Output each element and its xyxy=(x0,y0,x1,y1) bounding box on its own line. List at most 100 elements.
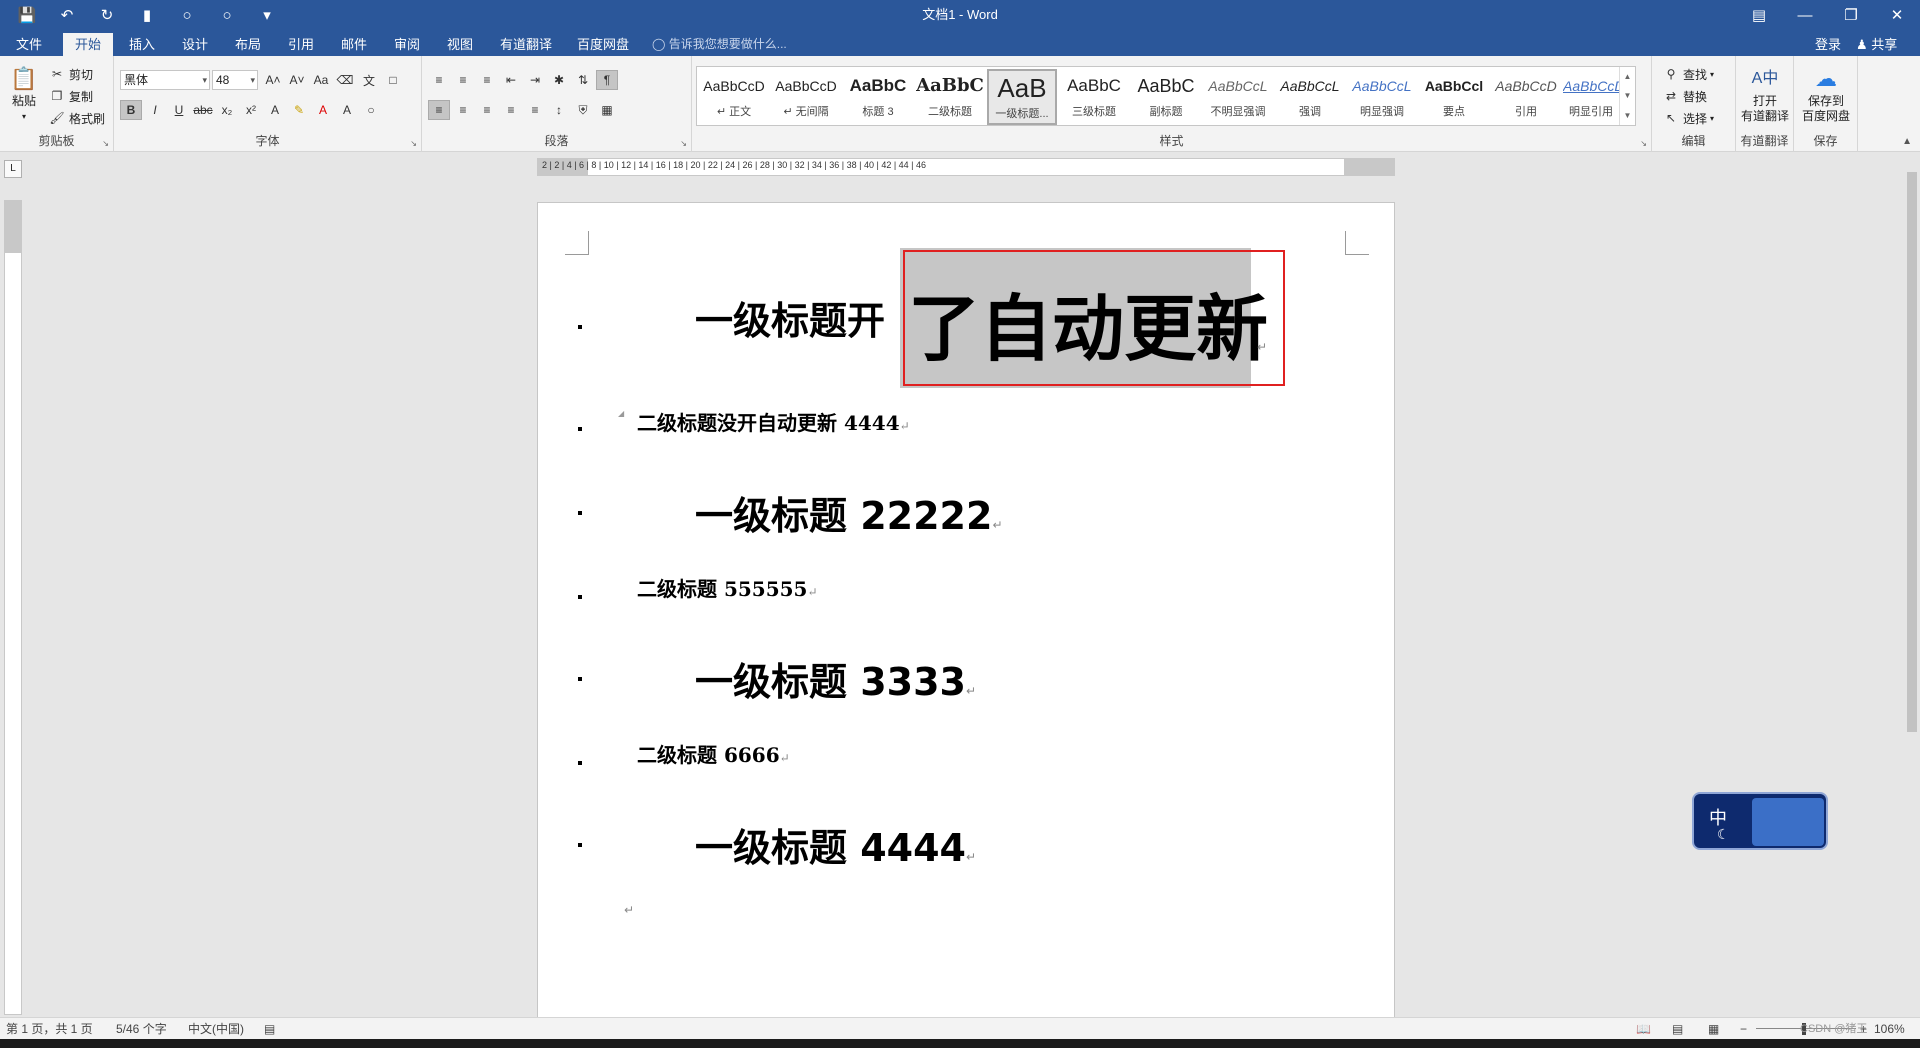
save-icon[interactable]: 💾 xyxy=(10,2,44,28)
style-quote[interactable]: AaBbCcD 引用 xyxy=(1491,69,1561,125)
justify-icon[interactable]: ≡ xyxy=(500,100,522,120)
font-color-icon[interactable]: A xyxy=(312,100,334,120)
heading-2-line[interactable]: 二级标题没开自动更新 4444↵ xyxy=(637,407,910,436)
chinese-layout-icon[interactable]: ✱ xyxy=(548,70,570,90)
chart-icon[interactable]: ▮ xyxy=(130,2,164,28)
sort-icon[interactable]: ⇅ xyxy=(572,70,594,90)
tab-selector[interactable]: L xyxy=(4,160,22,178)
font-name-select[interactable]: 黑体 ▾ xyxy=(120,70,210,90)
share-button[interactable]: ♟ 共享 xyxy=(1856,33,1897,56)
italic-icon[interactable]: I xyxy=(144,100,166,120)
text-effects-icon[interactable]: A xyxy=(264,100,286,120)
customize-qat-icon[interactable]: ▾ xyxy=(250,2,284,28)
heading-1-line[interactable]: 一级标题 22222↵ xyxy=(695,485,1003,540)
style-level-2-heading[interactable]: AaBbC 二级标题 xyxy=(915,69,985,125)
moon-icon[interactable]: ☾ xyxy=(1717,826,1730,843)
tab-insert[interactable]: 插入 xyxy=(117,33,167,56)
phonetic-guide-icon[interactable]: 文 xyxy=(358,70,380,90)
ime-toolbar[interactable]: 中 ☾ xyxy=(1692,792,1828,850)
char-shading-icon[interactable]: A xyxy=(336,100,358,120)
heading-1-line[interactable]: 一级标题 3333↵ xyxy=(695,651,976,706)
grow-font-icon[interactable]: A˄ xyxy=(262,70,284,90)
find-button[interactable]: ⚲ 查找 ▾ xyxy=(1662,64,1714,84)
heading-1-line[interactable]: 一级标题 4444↵ xyxy=(695,817,976,872)
strikethrough-icon[interactable]: abc xyxy=(192,100,214,120)
restore-icon[interactable]: ❐ xyxy=(1828,0,1874,30)
style-subtle-emphasis[interactable]: AaBbCcL 不明显强调 xyxy=(1203,69,1273,125)
tab-file[interactable]: 文件 xyxy=(4,33,54,56)
tab-design[interactable]: 设计 xyxy=(170,33,220,56)
zoom-level[interactable]: 106% xyxy=(1874,1018,1905,1040)
tab-view[interactable]: 视图 xyxy=(435,33,485,56)
web-layout-icon[interactable]: ▦ xyxy=(1708,1018,1719,1040)
borders-icon[interactable]: ▦ xyxy=(596,100,618,120)
dialog-launcher-icon[interactable]: ↘ xyxy=(102,139,109,148)
vertical-ruler[interactable] xyxy=(4,200,22,1015)
heading-2-line[interactable]: 二级标题 555555↵ xyxy=(637,573,818,602)
style-strong[interactable]: AaBbCcl 要点 xyxy=(1419,69,1489,125)
tell-me-search[interactable]: ◯ 告诉我您想要做什么... xyxy=(652,33,787,56)
open-youdao-button[interactable]: A中 打开 有道翻译 xyxy=(1736,62,1794,124)
multilevel-list-icon[interactable]: ≡ xyxy=(476,70,498,90)
ribbon-display-icon[interactable]: ▤ xyxy=(1736,0,1782,30)
chevron-up-icon[interactable]: ▲ xyxy=(1624,72,1632,81)
collapse-triangle-icon[interactable]: ◢ xyxy=(618,409,624,418)
read-mode-icon[interactable]: 📖 xyxy=(1636,1018,1651,1040)
superscript-icon[interactable]: x² xyxy=(240,100,262,120)
collapse-ribbon-icon[interactable]: ▲ xyxy=(1902,136,1912,147)
undo-icon[interactable]: ↶ xyxy=(50,2,84,28)
style-level-1-heading[interactable]: AaB 一级标题... xyxy=(987,69,1057,125)
gallery-scroll[interactable]: ▲ ▼ ▼ xyxy=(1619,67,1635,125)
tab-youdao[interactable]: 有道翻译 xyxy=(488,33,564,56)
select-button[interactable]: ↖ 选择 ▾ xyxy=(1662,108,1714,128)
zoom-out-icon[interactable]: − xyxy=(1740,1018,1747,1040)
minimize-icon[interactable]: — xyxy=(1782,0,1828,30)
bold-icon[interactable]: B xyxy=(120,100,142,120)
show-marks-icon[interactable]: ¶ xyxy=(596,70,618,90)
align-left-icon[interactable]: ≡ xyxy=(428,100,450,120)
style-intense-emphasis[interactable]: AaBbCcL 明显强调 xyxy=(1347,69,1417,125)
highlight-icon[interactable]: ✎ xyxy=(288,100,310,120)
horizontal-ruler[interactable]: 2 | 2 | 4 | 6 | 8 | 10 | 12 | 14 | 16 | … xyxy=(537,158,1395,176)
page-count[interactable]: 第 1 页，共 1 页 xyxy=(6,1018,93,1040)
tab-review[interactable]: 审阅 xyxy=(382,33,432,56)
style-heading-3[interactable]: AaBbC 标题 3 xyxy=(843,69,913,125)
circle-icon[interactable]: ○ xyxy=(170,2,204,28)
align-right-icon[interactable]: ≡ xyxy=(476,100,498,120)
redo-icon[interactable]: ↻ xyxy=(90,2,124,28)
tab-home[interactable]: 开始 xyxy=(63,33,114,56)
cut-button[interactable]: ✂ 剪切 xyxy=(48,64,93,84)
increase-indent-icon[interactable]: ⇥ xyxy=(524,70,546,90)
clear-format-icon[interactable]: ⌫ xyxy=(334,70,356,90)
numbering-icon[interactable]: ≡ xyxy=(452,70,474,90)
tab-layout[interactable]: 布局 xyxy=(223,33,273,56)
vertical-scrollbar[interactable] xyxy=(1904,160,1920,1020)
empty-paragraph-mark[interactable]: ↵ xyxy=(624,903,634,917)
tab-mailings[interactable]: 邮件 xyxy=(329,33,379,56)
scrollbar-thumb[interactable] xyxy=(1907,172,1917,732)
font-size-select[interactable]: 48 ▾ xyxy=(212,70,258,90)
dialog-launcher-icon[interactable]: ↘ xyxy=(1640,139,1647,148)
distribute-icon[interactable]: ≡ xyxy=(524,100,546,120)
chevron-down-icon[interactable]: ▼ xyxy=(1624,91,1632,100)
style-normal[interactable]: AaBbCcD ↵ 正文 xyxy=(699,69,769,125)
sign-in-link[interactable]: 登录 xyxy=(1815,33,1841,56)
enclose-char-icon[interactable]: ○ xyxy=(360,100,382,120)
change-case-icon[interactable]: Aa xyxy=(310,70,332,90)
macro-icon[interactable]: ▤ xyxy=(264,1018,275,1040)
bullets-icon[interactable]: ≡ xyxy=(428,70,450,90)
copy-button[interactable]: ❐ 复制 xyxy=(48,86,93,106)
shading-icon[interactable]: ⛨ xyxy=(572,100,594,120)
style-emphasis[interactable]: AaBbCcL 强调 xyxy=(1275,69,1345,125)
paste-button[interactable]: 📋 粘贴 ▾ xyxy=(6,62,42,124)
underline-icon[interactable]: U xyxy=(168,100,190,120)
language[interactable]: 中文(中国) xyxy=(188,1018,244,1040)
tab-baidu[interactable]: 百度网盘 xyxy=(565,33,641,56)
dialog-launcher-icon[interactable]: ↘ xyxy=(410,139,417,148)
decrease-indent-icon[interactable]: ⇤ xyxy=(500,70,522,90)
tab-references[interactable]: 引用 xyxy=(276,33,326,56)
align-center-icon[interactable]: ≡ xyxy=(452,100,474,120)
circle-icon[interactable]: ○ xyxy=(210,2,244,28)
heading-2-line[interactable]: 二级标题 6666↵ xyxy=(637,739,790,768)
style-level-3-heading[interactable]: AaBbC 三级标题 xyxy=(1059,69,1129,125)
